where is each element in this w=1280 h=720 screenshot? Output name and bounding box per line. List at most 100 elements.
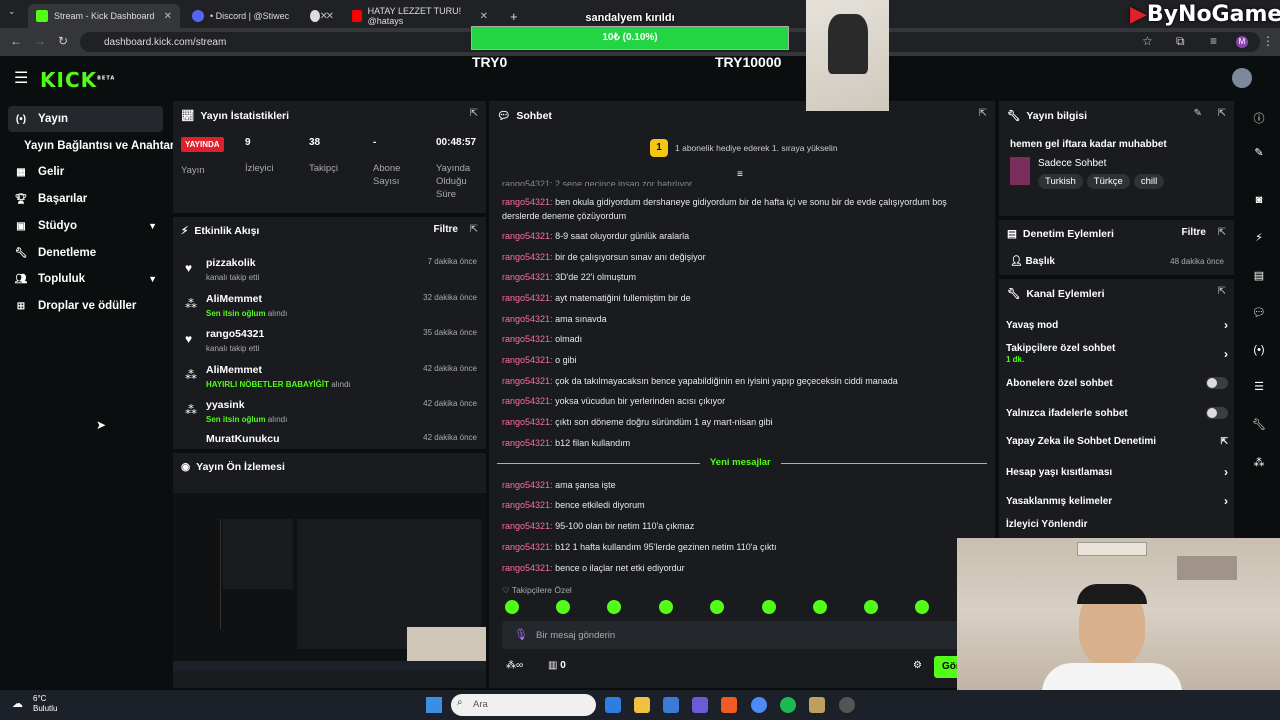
chat-username[interactable]: rango54321:: [502, 197, 553, 207]
chat-username[interactable]: rango54321:: [502, 355, 553, 365]
points-display[interactable]: ▥ 0: [548, 660, 566, 671]
emote-icon[interactable]: [505, 600, 519, 614]
popout-icon[interactable]: ⇱: [979, 108, 987, 119]
app-icon[interactable]: [809, 697, 825, 713]
chat-username[interactable]: rango54321:: [502, 521, 553, 531]
store-icon[interactable]: [663, 697, 679, 713]
followers-chat-row[interactable]: Takipçilere özel sohbet 1 dk. ›: [1006, 343, 1228, 365]
popout-icon[interactable]: ⇱: [1218, 286, 1226, 297]
chat-username[interactable]: rango54321:: [502, 231, 553, 241]
stream-preview-video[interactable]: [173, 493, 486, 671]
chat-username[interactable]: rango54321:: [502, 272, 553, 282]
brave-icon[interactable]: [721, 697, 737, 713]
broadcast-icon[interactable]: (•): [1250, 344, 1268, 362]
chat-input[interactable]: Bir mesaj gönderin: [502, 621, 972, 649]
account-age-row[interactable]: Hesap yaşı kısıtlaması ›: [1006, 465, 1228, 479]
close-tab-icon[interactable]: ✕: [326, 11, 334, 22]
banned-words-row[interactable]: Yasaklanmış kelimeler ›: [1006, 494, 1228, 508]
tab-list-icon[interactable]: ⌄: [8, 6, 16, 17]
sidebar-item-achievements[interactable]: 🏆︎ Başarılar: [8, 186, 163, 212]
emote-icon[interactable]: [710, 600, 724, 614]
chat-username[interactable]: rango54321:: [502, 500, 553, 510]
popout-icon[interactable]: ⇱: [1218, 108, 1226, 119]
chat-username[interactable]: rango54321:: [502, 542, 553, 552]
sidebar-item-studio[interactable]: ▣ Stüdyo ▼: [8, 213, 163, 239]
wrench-icon[interactable]: 🔧︎: [1250, 418, 1268, 436]
camera-icon[interactable]: ◙: [1250, 194, 1268, 212]
reload-icon[interactable]: ↻: [58, 34, 68, 48]
filter-button[interactable]: Filtre: [434, 224, 458, 235]
chrome-icon[interactable]: [751, 697, 767, 713]
stream-category[interactable]: Sadece Sohbet: [1038, 158, 1106, 169]
chat-username[interactable]: rango54321:: [502, 438, 553, 448]
popout-icon[interactable]: ⇱: [1218, 227, 1226, 238]
profile-avatar[interactable]: M: [1236, 36, 1248, 48]
chat-username[interactable]: rango54321:: [502, 480, 553, 490]
emote-icon[interactable]: [813, 600, 827, 614]
subs-chat-toggle[interactable]: [1206, 377, 1228, 389]
chat-settings-icon[interactable]: ⁂∞: [506, 660, 523, 671]
kick-logo[interactable]: KICKBETA: [40, 68, 115, 92]
chat-username[interactable]: rango54321:: [502, 396, 553, 406]
community-icon[interactable]: ⁂: [1250, 456, 1268, 474]
close-tab-icon[interactable]: ✕: [480, 11, 488, 22]
emote-chat-toggle[interactable]: [1206, 407, 1228, 419]
tab-youtube[interactable]: HATAY LEZZET TURU! @hatays ✕: [344, 4, 496, 28]
edit-pencil-icon[interactable]: ✎: [1250, 146, 1268, 164]
emote-icon[interactable]: [762, 600, 776, 614]
tag-pill[interactable]: Türkçe: [1086, 174, 1130, 189]
browser-menu-icon[interactable]: ⋮: [1262, 34, 1274, 48]
microphone-icon[interactable]: 🎙︎: [514, 628, 528, 641]
teams-icon[interactable]: [692, 697, 708, 713]
chat-username[interactable]: rango54321:: [502, 417, 553, 427]
forward-icon[interactable]: →: [34, 34, 46, 48]
chat-bubble-icon[interactable]: 💬︎: [1250, 306, 1268, 324]
chat-username[interactable]: rango54321:: [502, 252, 553, 262]
emote-icon[interactable]: [915, 600, 929, 614]
emote-icon[interactable]: [556, 600, 570, 614]
sidebar-item-community[interactable]: 👥︎ Topluluk ▼: [8, 266, 163, 292]
tab-blank[interactable]: ✕: [302, 4, 342, 28]
slow-mode-row[interactable]: Yavaş mod ›: [1006, 318, 1228, 332]
chat-username[interactable]: rango54321:: [502, 293, 553, 303]
sidebar-item-revenue[interactable]: ▦ Gelir: [8, 159, 163, 185]
tag-pill[interactable]: chill: [1133, 174, 1165, 189]
media-icon[interactable]: ≡: [1210, 34, 1217, 48]
ai-mod-row[interactable]: Yapay Zeka ile Sohbet Denetimi ⇱: [1006, 436, 1228, 447]
edge-icon[interactable]: [605, 697, 621, 713]
extensions-icon[interactable]: ⧉: [1176, 34, 1185, 49]
tab-kick-dashboard[interactable]: Stream - Kick Dashboard ✕: [28, 4, 180, 28]
clipboard-icon[interactable]: ▤: [1250, 269, 1268, 287]
sidebar-item-stream-key[interactable]: Yayın Bağlantısı ve Anahtarı: [8, 133, 178, 159]
layout-icon[interactable]: ☰: [1250, 380, 1268, 398]
chat-username[interactable]: rango54321:: [502, 334, 553, 344]
taskbar-search[interactable]: Ara: [451, 694, 596, 716]
spotify-icon[interactable]: [780, 697, 796, 713]
emote-icon[interactable]: [607, 600, 621, 614]
edit-pencil-icon[interactable]: ✎: [1194, 108, 1202, 119]
windows-start-icon[interactable]: [426, 697, 442, 713]
user-avatar[interactable]: [1232, 68, 1252, 88]
close-tab-icon[interactable]: ✕: [164, 11, 172, 22]
chat-username[interactable]: rango54321:: [502, 314, 553, 324]
folder-icon[interactable]: [634, 697, 650, 713]
bolt-icon[interactable]: ⚡︎: [1250, 231, 1268, 249]
back-icon[interactable]: ←: [10, 34, 22, 48]
popout-icon[interactable]: ⇱: [470, 224, 478, 235]
bookmark-star-icon[interactable]: ☆: [1142, 34, 1153, 48]
emote-icon[interactable]: [659, 600, 673, 614]
gear-icon[interactable]: ⚙︎: [913, 660, 922, 671]
filter-button[interactable]: Filtre: [1182, 227, 1206, 238]
sidebar-item-moderation[interactable]: 🔧︎ Denetleme: [8, 240, 163, 266]
redirect-row[interactable]: İzleyici Yönlendir: [1006, 519, 1228, 530]
obs-icon[interactable]: [839, 697, 855, 713]
emote-icon[interactable]: [864, 600, 878, 614]
info-icon[interactable]: ⓘ: [1250, 110, 1268, 128]
sidebar-item-drops[interactable]: ⊞ Droplar ve ödüller: [8, 293, 163, 319]
hamburger-menu-icon[interactable]: ☰: [14, 68, 28, 88]
tag-pill[interactable]: Turkish: [1038, 174, 1083, 189]
weather-widget[interactable]: 6°C Bulutlu: [33, 694, 57, 714]
chat-username[interactable]: rango54321:: [502, 376, 553, 386]
popout-icon[interactable]: ⇱: [470, 108, 478, 119]
chat-username[interactable]: rango54321:: [502, 563, 553, 573]
